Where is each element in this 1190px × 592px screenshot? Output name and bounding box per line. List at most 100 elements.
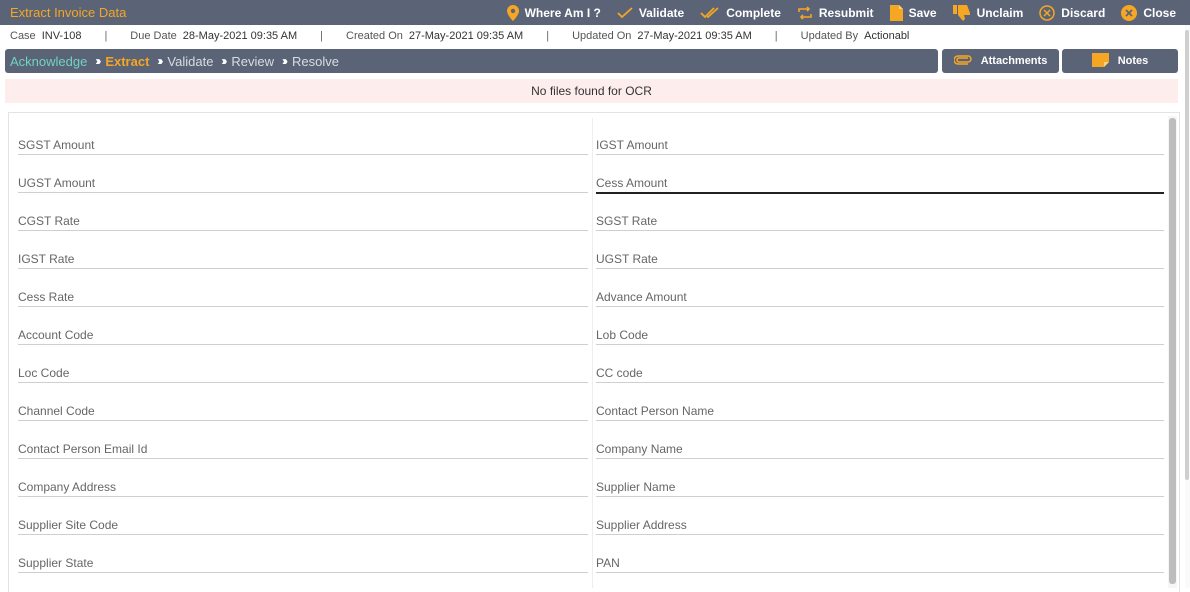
cess-rate-input[interactable] bbox=[18, 288, 588, 306]
where-am-i-button[interactable]: Where Am I ? bbox=[506, 4, 601, 21]
cc-code-input[interactable] bbox=[596, 364, 1164, 382]
company-name-field[interactable]: Company Name bbox=[596, 422, 1164, 460]
company-address-underline bbox=[18, 496, 588, 497]
discard-label: Discard bbox=[1061, 5, 1106, 20]
meta-separator: | bbox=[774, 30, 778, 42]
stage-breadcrumb: Acknowledge ››› Extract ››› Validate ›››… bbox=[5, 49, 938, 73]
loc-code-underline bbox=[18, 382, 588, 383]
supplier-site-code-input[interactable] bbox=[18, 516, 588, 534]
company-address-field[interactable]: Company Address bbox=[18, 460, 588, 498]
ugst-rate-field[interactable]: UGST Rate bbox=[596, 232, 1164, 270]
complete-button[interactable]: Complete bbox=[700, 6, 781, 20]
action-toolbar: Where Am I ? Validate Complete Resubmit … bbox=[491, 0, 1190, 25]
column-divider bbox=[592, 118, 593, 588]
cgst-rate-field[interactable]: CGST Rate bbox=[18, 194, 588, 232]
cess-amount-input[interactable] bbox=[596, 174, 1164, 192]
sgst-amount-underline bbox=[18, 154, 588, 155]
supplier-address-field[interactable]: Supplier Address bbox=[596, 498, 1164, 536]
contact-person-name-underline bbox=[596, 420, 1164, 421]
supplier-site-code-field[interactable]: Supplier Site Code bbox=[18, 498, 588, 536]
sgst-rate-field[interactable]: SGST Rate bbox=[596, 194, 1164, 232]
page-scrollbar-thumb[interactable] bbox=[1185, 30, 1189, 480]
notes-button[interactable]: Notes bbox=[1062, 49, 1178, 73]
channel-code-input[interactable] bbox=[18, 402, 588, 420]
top-toolbar: Extract Invoice Data Where Am I ? Valida… bbox=[0, 0, 1190, 25]
advance-amount-field[interactable]: Advance Amount bbox=[596, 270, 1164, 308]
ugst-rate-underline bbox=[596, 268, 1164, 269]
company-address-input[interactable] bbox=[18, 478, 588, 496]
supplier-address-input[interactable] bbox=[596, 516, 1164, 534]
sgst-rate-underline bbox=[596, 230, 1164, 231]
channel-code-field[interactable]: Channel Code bbox=[18, 384, 588, 422]
complete-label: Complete bbox=[726, 5, 781, 20]
cc-code-field[interactable]: CC code bbox=[596, 346, 1164, 384]
igst-amount-field[interactable]: IGST Amount bbox=[596, 118, 1164, 156]
chevron-right-icon: ››› bbox=[95, 54, 101, 68]
sgst-amount-input[interactable] bbox=[18, 136, 588, 154]
cgst-rate-input[interactable] bbox=[18, 212, 588, 230]
stage-validate[interactable]: Validate bbox=[167, 54, 213, 69]
cess-rate-field[interactable]: Cess Rate bbox=[18, 270, 588, 308]
updated-on-label: Updated On bbox=[572, 30, 632, 42]
contact-person-email-id-input[interactable] bbox=[18, 440, 588, 458]
contact-person-name-field[interactable]: Contact Person Name bbox=[596, 384, 1164, 422]
supplier-name-field[interactable]: Supplier Name bbox=[596, 460, 1164, 498]
contact-person-name-input[interactable] bbox=[596, 402, 1164, 420]
save-button[interactable]: Save bbox=[889, 4, 937, 21]
validate-button[interactable]: Validate bbox=[617, 6, 684, 20]
pan-input[interactable] bbox=[596, 554, 1164, 572]
repeat-icon bbox=[797, 5, 813, 20]
due-date-value: 28-May-2021 09:35 AM bbox=[182, 30, 298, 42]
igst-amount-input[interactable] bbox=[596, 136, 1164, 154]
unclaim-button[interactable]: Unclaim bbox=[952, 4, 1023, 21]
account-code-input[interactable] bbox=[18, 326, 588, 344]
supplier-state-input[interactable] bbox=[18, 554, 588, 572]
chevron-right-icon: ››› bbox=[282, 54, 288, 68]
meta-separator: | bbox=[546, 30, 550, 42]
file-icon bbox=[889, 4, 903, 21]
created-on-value: 27-May-2021 09:35 AM bbox=[408, 30, 524, 42]
cess-amount-field[interactable]: Cess Amount bbox=[596, 156, 1164, 194]
ugst-amount-input[interactable] bbox=[18, 174, 588, 192]
lob-code-field[interactable]: Lob Code bbox=[596, 308, 1164, 346]
supplier-state-underline bbox=[18, 572, 588, 573]
channel-code-underline bbox=[18, 420, 588, 421]
meta-separator: | bbox=[320, 30, 323, 42]
thumbs-down-icon bbox=[952, 4, 971, 21]
supplier-name-input[interactable] bbox=[596, 478, 1164, 496]
advance-amount-input[interactable] bbox=[596, 288, 1164, 306]
stage-acknowledge[interactable]: Acknowledge bbox=[10, 54, 87, 69]
due-date-label: Due Date bbox=[130, 30, 177, 42]
company-name-input[interactable] bbox=[596, 440, 1164, 458]
where-am-i-label: Where Am I ? bbox=[524, 5, 601, 20]
pan-underline bbox=[596, 572, 1164, 573]
igst-rate-input[interactable] bbox=[18, 250, 588, 268]
lob-code-underline bbox=[596, 344, 1164, 345]
lob-code-input[interactable] bbox=[596, 326, 1164, 344]
ugst-amount-underline bbox=[18, 192, 588, 193]
contact-person-email-id-field[interactable]: Contact Person Email Id bbox=[18, 422, 588, 460]
meta-separator: | bbox=[104, 30, 108, 42]
supplier-state-field[interactable]: Supplier State bbox=[18, 536, 588, 574]
loc-code-field[interactable]: Loc Code bbox=[18, 346, 588, 384]
account-code-field[interactable]: Account Code bbox=[18, 308, 588, 346]
igst-rate-field[interactable]: IGST Rate bbox=[18, 232, 588, 270]
case-meta-row: Case INV-108 | Due Date 28-May-2021 09:3… bbox=[0, 26, 1190, 46]
pan-field[interactable]: PAN bbox=[596, 536, 1164, 574]
stage-review[interactable]: Review bbox=[231, 54, 274, 69]
sgst-rate-input[interactable] bbox=[596, 212, 1164, 230]
attachments-button[interactable]: Attachments bbox=[942, 49, 1059, 73]
notes-label: Notes bbox=[1117, 55, 1149, 67]
loc-code-input[interactable] bbox=[18, 364, 588, 382]
resubmit-button[interactable]: Resubmit bbox=[797, 6, 874, 20]
ugst-rate-input[interactable] bbox=[596, 250, 1164, 268]
discard-button[interactable]: Discard bbox=[1039, 4, 1106, 21]
location-pin-icon bbox=[506, 4, 519, 21]
form-scrollbar-thumb[interactable] bbox=[1169, 118, 1176, 584]
updated-on-value: 27-May-2021 09:35 AM bbox=[637, 30, 752, 42]
ugst-amount-field[interactable]: UGST Amount bbox=[18, 156, 588, 194]
close-button[interactable]: Close bbox=[1121, 4, 1176, 21]
sgst-amount-field[interactable]: SGST Amount bbox=[18, 118, 588, 156]
stage-resolve[interactable]: Resolve bbox=[292, 54, 339, 69]
stage-extract[interactable]: Extract bbox=[105, 54, 149, 69]
